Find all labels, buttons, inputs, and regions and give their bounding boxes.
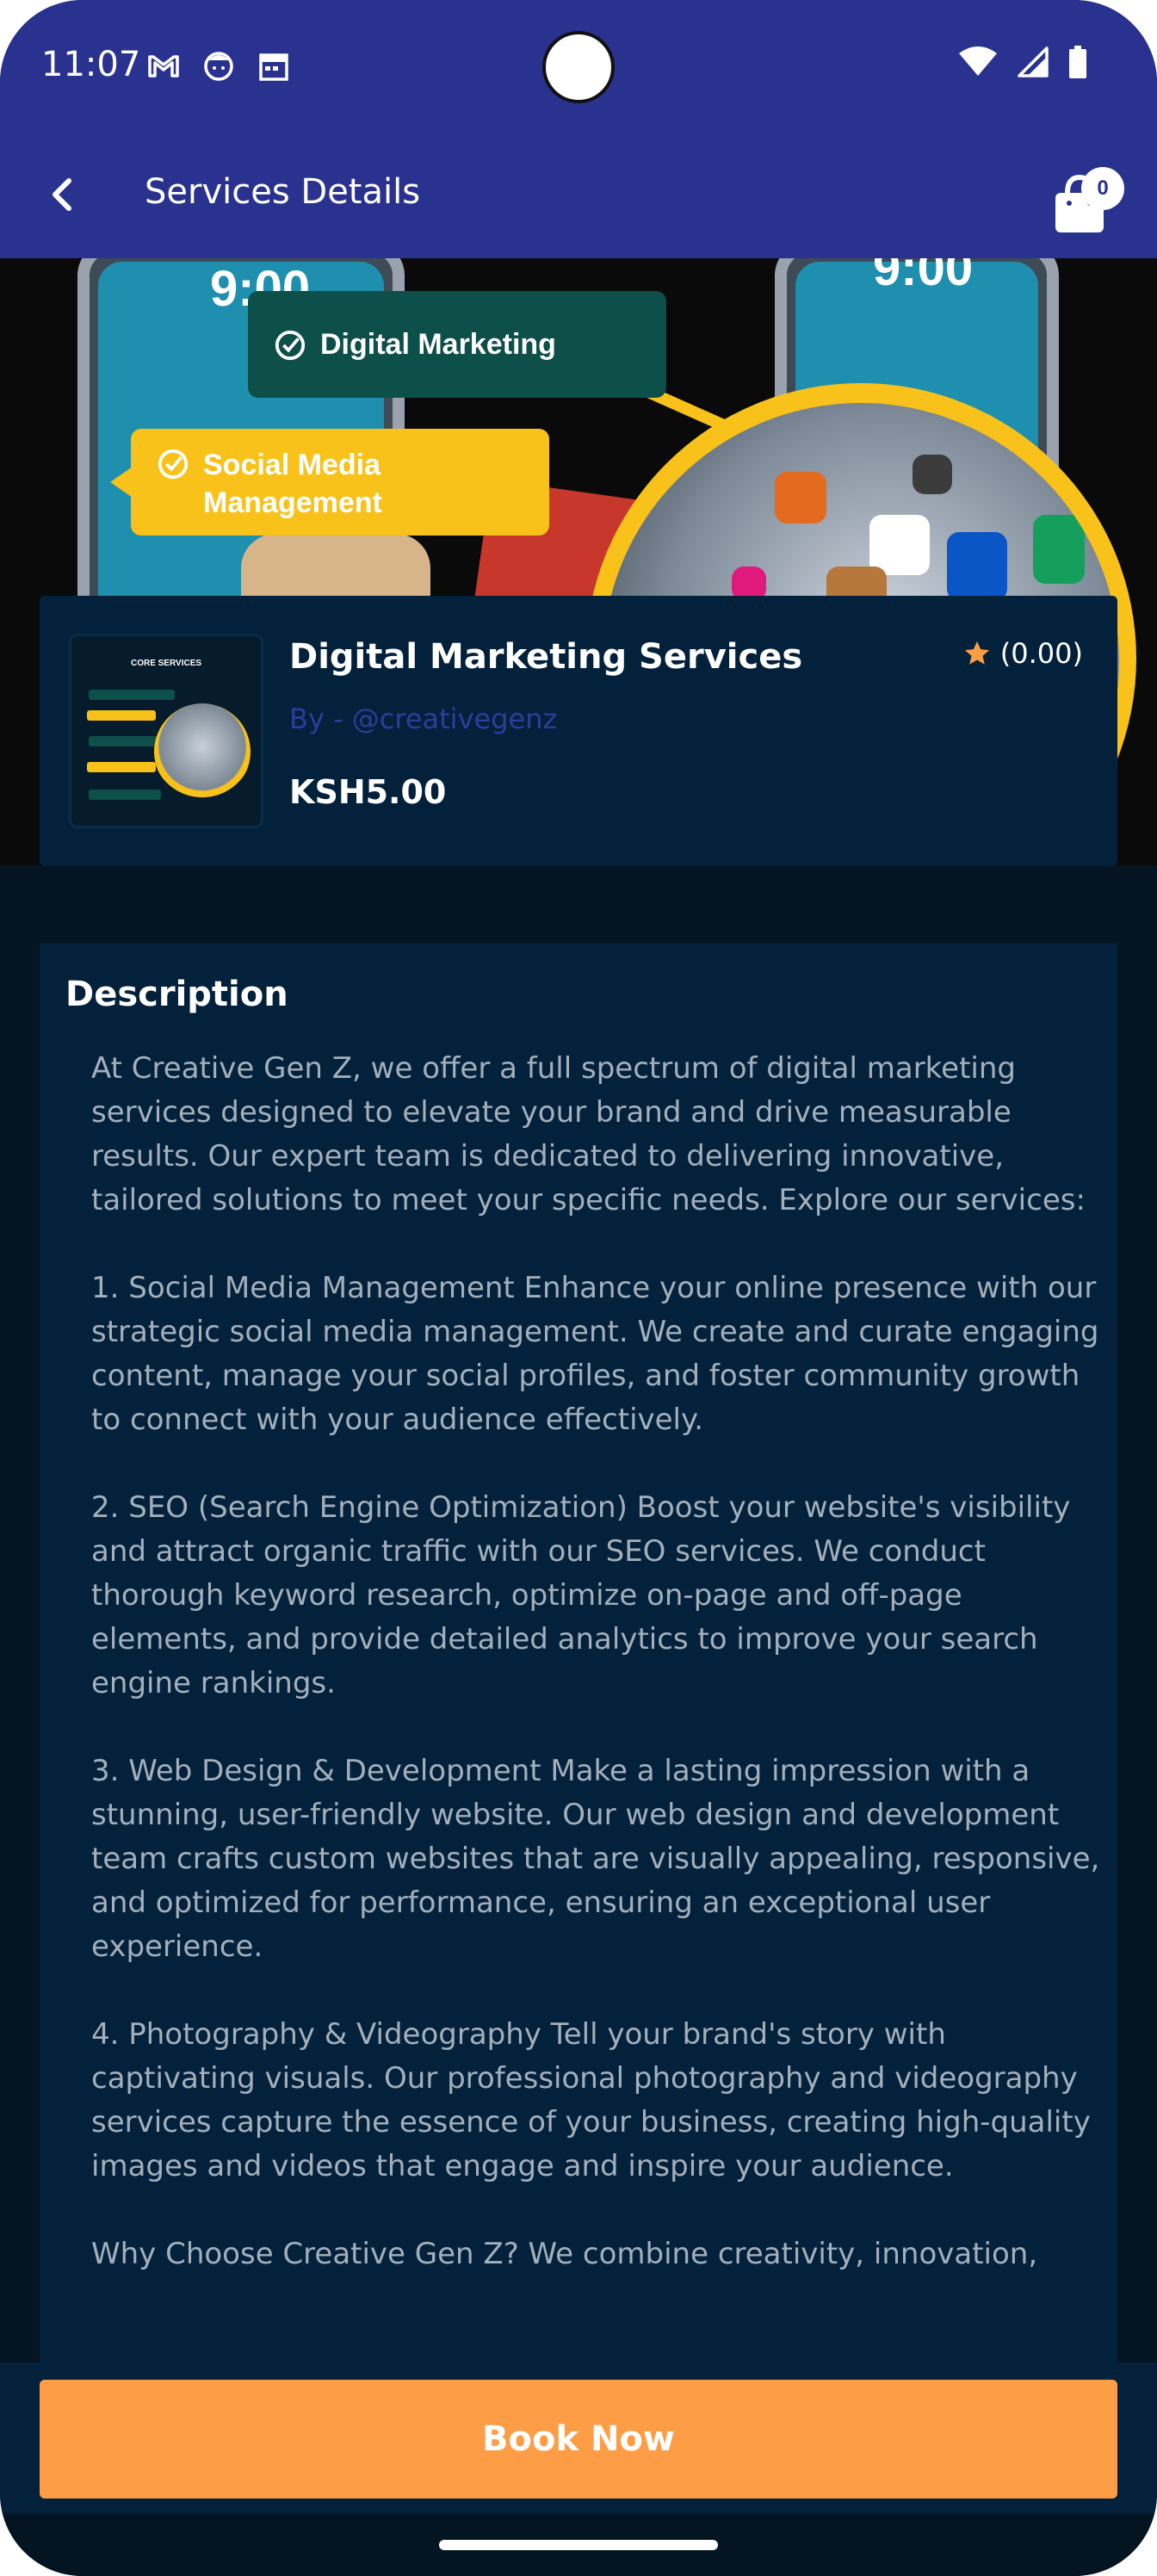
face-icon (201, 48, 236, 83)
rating-value: (0.00) (999, 637, 1083, 670)
home-indicator[interactable] (439, 2540, 718, 2550)
banner-tag-digital-marketing: Digital Marketing (248, 291, 666, 398)
description-card[interactable]: Description At Creative Gen Z, we offer … (40, 944, 1117, 2407)
product-author-link[interactable]: By - @creativegenz (289, 703, 557, 735)
top-app-bar: 11:07 Services Details 0 (0, 0, 1157, 258)
product-price: KSH5.00 (289, 773, 447, 811)
banner-tag-2-line-1: Social Media (203, 449, 381, 481)
banner-tag-social-media: Social Media Management (110, 429, 549, 536)
banner-tag-1-label: Digital Marketing (320, 327, 556, 361)
phone-screen: 11:07 Services Details 0 9:00 9:00 Digit… (0, 0, 1157, 2576)
product-rating: (0.00) (962, 637, 1083, 670)
banner-tag-2-line-2: Management (203, 486, 382, 519)
page-title: Services Details (145, 172, 421, 212)
camera-cutout (542, 31, 615, 103)
banner-phone-right-time: 9:00 (873, 258, 974, 296)
product-summary-card: CORE SERVICES Digital Marketing Services… (40, 596, 1117, 866)
check-circle-icon (158, 449, 189, 480)
description-heading: Description (65, 975, 288, 1014)
product-thumbnail: CORE SERVICES (69, 634, 263, 828)
cart-count-badge: 0 (1081, 167, 1124, 210)
gmail-icon (146, 48, 181, 83)
calendar-icon (257, 48, 291, 83)
thumbnail-title: CORE SERVICES (130, 659, 202, 668)
status-icons-right (957, 45, 1088, 84)
back-button[interactable] (43, 169, 84, 220)
description-body: At Creative Gen Z, we offer a full spect… (91, 1051, 1100, 2271)
product-title: Digital Marketing Services (289, 637, 803, 677)
book-now-button[interactable]: Book Now (40, 2380, 1117, 2499)
check-circle-icon (275, 330, 306, 361)
signal-icon (1016, 45, 1050, 84)
star-icon (964, 641, 989, 665)
status-icons-left (146, 48, 291, 83)
wifi-icon (957, 45, 999, 84)
status-time: 11:07 (41, 45, 141, 84)
battery-icon (1067, 45, 1088, 84)
arrow-back-icon (53, 178, 71, 211)
